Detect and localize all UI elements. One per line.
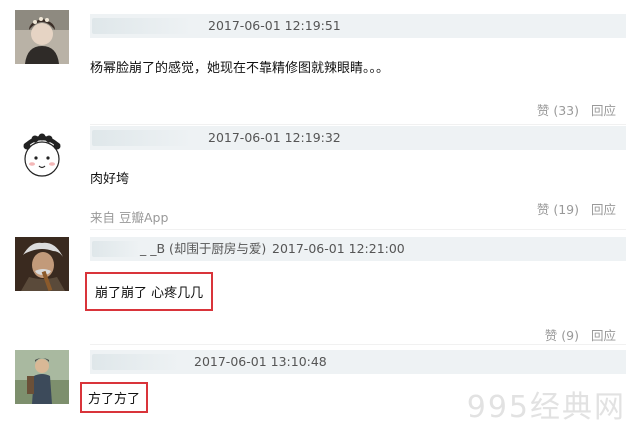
divider [90,344,626,345]
reply-button[interactable]: 回应 [591,199,616,218]
username-blurred[interactable] [92,354,180,370]
comment-time: 2017-06-01 13:10:48 [194,354,327,369]
divider [90,229,626,230]
comment-source: 来自 豆瓣App [90,210,169,225]
comment-time: 2017-06-01 12:21:00 [272,241,405,256]
like-label: 赞 [536,202,550,217]
reply-button[interactable]: 回应 [591,325,616,344]
comment-text: 崩了崩了 心疼几几 [85,272,214,311]
like-count: (19) [553,202,579,217]
avatar[interactable] [15,128,69,182]
like-button[interactable]: 赞 (33) [537,100,579,119]
comment-text-box: 崩了崩了 心疼几几 [85,272,214,311]
like-button[interactable]: 赞 (9) [545,325,579,344]
username-blurred[interactable] [92,241,140,257]
like-count: (9) [561,328,579,343]
username-suffix[interactable]: _ _B (却围于厨房与爱) [140,237,266,261]
reply-button[interactable]: 回应 [591,100,616,119]
avatar[interactable] [15,350,69,404]
comment-4: 2017-06-01 13:10:48 方了方了 995经典网 [0,346,640,425]
comment-meta: _ _B (却围于厨房与爱) 2017-06-01 12:21:00 [90,237,626,261]
like-label: 赞 [536,103,550,118]
comment-text: 方了方了 [80,382,149,413]
avatar-image [15,128,69,182]
comment-time: 2017-06-01 12:19:32 [208,130,341,145]
comment-text: 肉好垮 [90,172,130,187]
comment-meta: 2017-06-01 12:19:51 [90,14,626,38]
comment-text: 杨幂脸崩了的感觉，她现在不靠精修图就辣眼睛。。。 [90,61,390,76]
comment-text-box: 方了方了 [80,382,149,413]
avatar[interactable] [15,237,69,291]
avatar-image [15,10,69,64]
comment-3: _ _B (却围于厨房与爱) 2017-06-01 12:21:00 崩了崩了 … [0,233,640,345]
comment-actions: 赞 (19) 回应 [537,199,616,218]
comment-2: 2017-06-01 12:19:32 肉好垮 来自 豆瓣App 赞 (19) 回… [0,122,640,230]
like-label: 赞 [544,328,558,343]
comment-1: 2017-06-01 12:19:51 杨幂脸崩了的感觉，她现在不靠精修图就辣眼… [0,0,640,120]
like-button[interactable]: 赞 (19) [537,199,579,218]
comment-actions: 赞 (33) 回应 [537,100,616,119]
username-blurred[interactable] [92,18,192,34]
avatar[interactable] [15,10,69,64]
watermark: 995经典网 [466,390,626,425]
comment-meta: 2017-06-01 13:10:48 [90,350,626,374]
comment-meta: 2017-06-01 12:19:32 [90,126,626,150]
comment-actions: 赞 (9) 回应 [545,325,616,344]
avatar-image [15,237,69,291]
like-count: (33) [553,103,579,118]
comment-time: 2017-06-01 12:19:51 [208,18,341,33]
avatar-image [15,350,69,404]
username-blurred[interactable] [92,130,192,146]
